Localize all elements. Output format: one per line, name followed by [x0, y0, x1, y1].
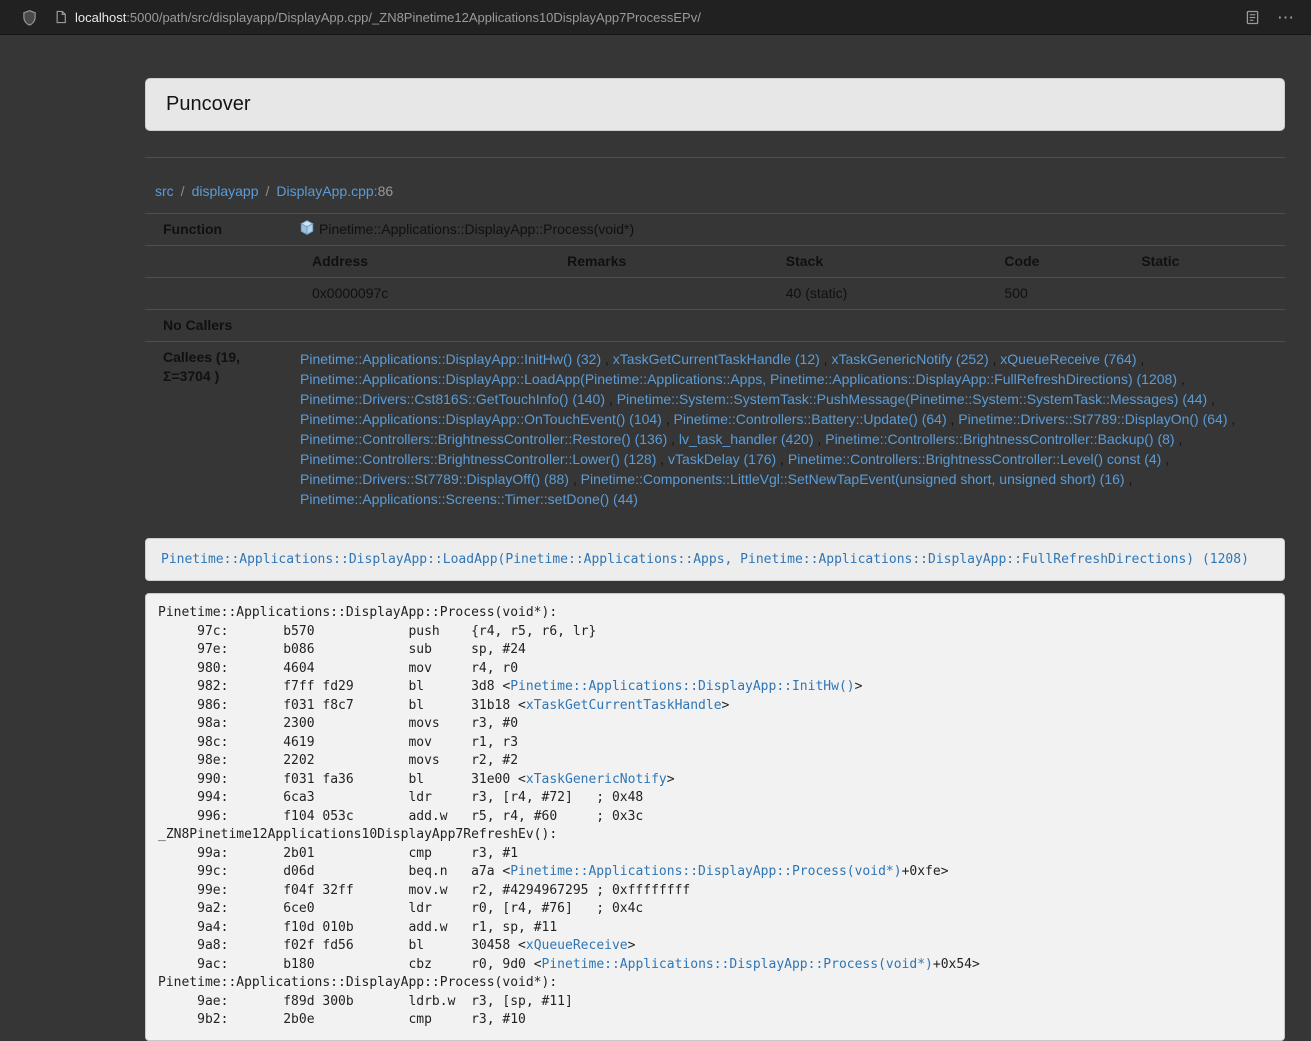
col-header-code: Code	[992, 246, 1129, 277]
reader-mode-icon[interactable]	[1246, 10, 1259, 25]
cell-code: 500	[992, 278, 1129, 309]
loadapp-panel: Pinetime::Applications::DisplayApp::Load…	[145, 538, 1285, 581]
callee-separator: ,	[605, 391, 617, 407]
callee-separator: ,	[1177, 371, 1185, 387]
function-name: Pinetime::Applications::DisplayApp::Proc…	[319, 219, 634, 239]
breadcrumb-line-number: 86	[378, 183, 394, 199]
callee-separator: ,	[1228, 411, 1236, 427]
topbar-actions: ⋯	[1246, 9, 1299, 26]
callee-link[interactable]: Pinetime::Drivers::Cst816S::GetTouchInfo…	[300, 391, 605, 407]
callee-link[interactable]: Pinetime::Applications::DisplayApp::Load…	[300, 371, 1177, 387]
app-title: Puncover	[166, 93, 251, 115]
cell-static	[1129, 278, 1285, 309]
disasm-symbol-link[interactable]: xQueueReceive	[526, 938, 628, 953]
callee-separator: ,	[667, 431, 679, 447]
function-table: Function Pinetime::Applications::Display…	[145, 213, 1285, 518]
cell-stack: 40 (static)	[774, 278, 993, 309]
disasm-symbol-link[interactable]: xTaskGenericNotify	[526, 772, 667, 787]
no-callers-row: No Callers	[145, 309, 1285, 341]
disassembly-block: Pinetime::Applications::DisplayApp::Proc…	[145, 593, 1285, 1041]
callee-link[interactable]: Pinetime::Applications::DisplayApp::Init…	[300, 351, 601, 367]
callee-link[interactable]: Pinetime::Controllers::BrightnessControl…	[825, 431, 1174, 447]
shield-icon[interactable]	[22, 9, 37, 26]
callees-label: Callees (19, Σ=3704 )	[145, 342, 290, 392]
function-row: Function Pinetime::Applications::Display…	[145, 213, 1285, 245]
callee-link[interactable]: Pinetime::Controllers::Battery::Update()…	[674, 411, 947, 427]
callee-link[interactable]: Pinetime::Controllers::BrightnessControl…	[300, 451, 656, 467]
callee-separator: ,	[1175, 431, 1183, 447]
breadcrumb-separator: /	[181, 183, 185, 199]
divider	[145, 157, 1285, 158]
callee-separator: ,	[820, 351, 832, 367]
breadcrumb-item-displayapp[interactable]: displayapp	[192, 183, 259, 199]
callee-separator: ,	[1161, 451, 1169, 467]
callees-row: Callees (19, Σ=3704 ) Pinetime::Applicat…	[145, 341, 1285, 518]
disasm-symbol-link[interactable]: Pinetime::Applications::DisplayApp::Proc…	[542, 957, 933, 972]
url-host: localhost	[75, 10, 126, 25]
callee-separator: ,	[1136, 351, 1144, 367]
col-header-remarks: Remarks	[555, 246, 774, 277]
callee-link[interactable]: xQueueReceive (764)	[1000, 351, 1136, 367]
callee-separator: ,	[1125, 471, 1133, 487]
page-icon	[55, 10, 67, 24]
callee-separator: ,	[814, 431, 826, 447]
callee-link[interactable]: Pinetime::Applications::Screens::Timer::…	[300, 491, 638, 507]
loadapp-link[interactable]: Pinetime::Applications::DisplayApp::Load…	[161, 552, 1249, 567]
address-bar[interactable]: localhost:5000/path/src/displayapp/Displ…	[55, 10, 1246, 25]
main-content: Puncover src / displayapp / DisplayApp.cpp:8…	[145, 78, 1285, 1041]
callee-separator: ,	[947, 411, 959, 427]
values-row: 0x0000097c 40 (static) 500	[145, 277, 1285, 309]
breadcrumb: src / displayapp / DisplayApp.cpp:86	[155, 183, 1285, 199]
callee-link[interactable]: Pinetime::Drivers::St7789::DisplayOn() (…	[958, 411, 1227, 427]
callee-link[interactable]: lv_task_handler (420)	[679, 431, 814, 447]
breadcrumb-item-file[interactable]: DisplayApp.cpp:	[276, 183, 377, 199]
url-path: :5000/path/src/displayapp/DisplayApp.cpp…	[126, 10, 701, 25]
function-label: Function	[145, 214, 290, 245]
browser-topbar: localhost:5000/path/src/displayapp/Displ…	[0, 0, 1311, 35]
overflow-menu-icon[interactable]: ⋯	[1277, 9, 1295, 26]
callee-link[interactable]: xTaskGetCurrentTaskHandle (12)	[613, 351, 820, 367]
callee-separator: ,	[1207, 391, 1215, 407]
callee-separator: ,	[569, 471, 581, 487]
callee-link[interactable]: Pinetime::Controllers::BrightnessControl…	[788, 451, 1161, 467]
callee-separator: ,	[989, 351, 1001, 367]
callee-separator: ,	[776, 451, 788, 467]
callee-link[interactable]: Pinetime::Components::LittleVgl::SetNewT…	[581, 471, 1125, 487]
disasm-symbol-link[interactable]: Pinetime::Applications::DisplayApp::Proc…	[510, 864, 901, 879]
disasm-symbol-link[interactable]: xTaskGetCurrentTaskHandle	[526, 698, 722, 713]
callee-separator: ,	[601, 351, 613, 367]
disasm-symbol-link[interactable]: Pinetime::Applications::DisplayApp::Init…	[510, 679, 854, 694]
app-header: Puncover	[145, 78, 1285, 131]
col-header-address: Address	[300, 246, 555, 277]
cell-address: 0x0000097c	[300, 278, 555, 309]
callee-link[interactable]: Pinetime::System::SystemTask::PushMessag…	[617, 391, 1208, 407]
callee-link[interactable]: Pinetime::Applications::DisplayApp::OnTo…	[300, 411, 662, 427]
callee-link[interactable]: xTaskGenericNotify (252)	[831, 351, 988, 367]
col-header-static: Static	[1129, 246, 1285, 277]
callee-separator: ,	[662, 411, 674, 427]
callee-link[interactable]: Pinetime::Drivers::St7789::DisplayOff() …	[300, 471, 569, 487]
breadcrumb-separator: /	[266, 183, 270, 199]
columns-header-row: Address Remarks Stack Code Static	[145, 245, 1285, 277]
cube-icon	[300, 220, 314, 240]
cell-remarks	[555, 278, 774, 309]
callee-separator: ,	[656, 451, 668, 467]
col-header-stack: Stack	[774, 246, 993, 277]
callee-link[interactable]: vTaskDelay (176)	[668, 451, 776, 467]
callee-link[interactable]: Pinetime::Controllers::BrightnessControl…	[300, 431, 667, 447]
no-callers-label: No Callers	[145, 310, 290, 341]
breadcrumb-item-src[interactable]: src	[155, 183, 174, 199]
callees-cell: Pinetime::Applications::DisplayApp::Init…	[290, 342, 1285, 518]
